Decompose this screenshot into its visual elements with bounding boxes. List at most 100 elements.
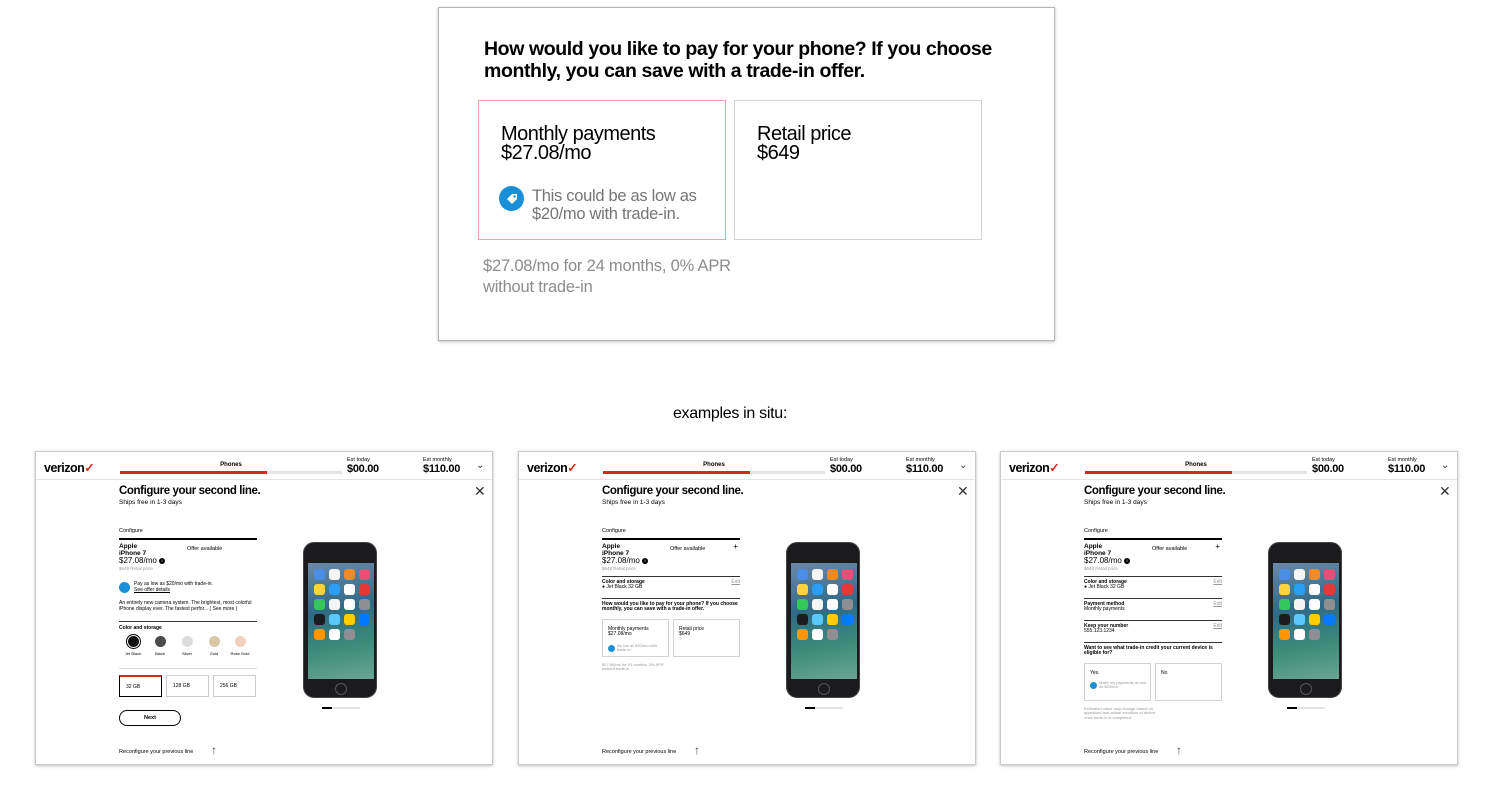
configure-label: Configure [602, 528, 740, 540]
iphone-7-product-image [303, 542, 377, 698]
option-name: Retail price [757, 123, 852, 145]
trade-in-options: Yes. Make my payments as low as $20/mo. … [1084, 662, 1222, 705]
monthly-payments-option[interactable]: Monthly payments $27.08/mo This could be… [478, 100, 726, 240]
product-summary: Apple iPhone 7 $27.08/mo i $649 Retail p… [1084, 542, 1220, 571]
payment-question-heading: How would you like to pay for your phone… [484, 38, 992, 82]
swatch-black[interactable] [155, 635, 166, 647]
est-today: Est today $00.00 [830, 457, 862, 475]
info-icon[interactable]: i [642, 557, 649, 564]
color-storage-summary: Color and storage ● Jet Black 32 GB Edit [1084, 575, 1222, 595]
configure-panel: Configure Apple iPhone 7 $27.08/mo i $64… [602, 528, 740, 672]
offer-available: Offer available [187, 546, 223, 552]
close-icon[interactable]: ✕ [1439, 483, 1451, 500]
storage-options: 32 GB 128 GB 256 GB [119, 667, 257, 697]
plus-icon[interactable]: + [733, 543, 738, 551]
verizon-logo[interactable]: verizon✓ [1009, 460, 1060, 475]
shipping-text: Ships free in 1-3 days [1084, 499, 1147, 506]
arrow-up-icon[interactable]: ↑ [1176, 743, 1182, 757]
payment-options: Monthly payments $27.08/mo As low as $20… [602, 618, 740, 661]
iphone-7-product-image [786, 542, 860, 698]
swatch-gold[interactable] [209, 635, 220, 647]
price-tag-icon [1090, 681, 1097, 689]
est-monthly: Est monthly $110.00 [906, 457, 944, 475]
step-label: Phones [703, 462, 725, 468]
trade-in-yes-option[interactable]: Yes. Make my payments as low as $20/mo. [1084, 662, 1151, 701]
screen-configure-color: verizon✓ Phones Est today $00.00 Est mont… [35, 451, 493, 765]
image-pager[interactable] [805, 707, 843, 709]
storage-option[interactable]: 128 GB [166, 674, 209, 697]
configure-label: Configure [119, 528, 257, 540]
payment-method-summary: Payment method Monthly payments Edit [1084, 597, 1222, 617]
chevron-down-icon[interactable]: ⌄ [1441, 460, 1449, 471]
offer-available: Offer available [670, 546, 706, 552]
payment-options-card: How would you like to pay for your phone… [438, 7, 1055, 341]
close-icon[interactable]: ✕ [474, 483, 486, 500]
product-description: An entirely new camera system. The brigh… [119, 600, 257, 622]
next-button[interactable]: Next [119, 710, 181, 726]
payment-question: How would you like to pay for your phone… [602, 597, 740, 613]
image-pager[interactable] [1287, 707, 1325, 709]
configure-label: Configure [1084, 528, 1222, 540]
monthly-payments-option[interactable]: Monthly payments $27.08/mo As low as $20… [602, 618, 669, 657]
edit-link[interactable]: Edit [731, 579, 740, 585]
trade-in-promo: Pay as low as $20/mo with trade-in. See … [119, 580, 257, 596]
arrow-up-icon[interactable]: ↑ [211, 743, 217, 757]
option-price: $27.08/mo [501, 142, 592, 164]
header: verizon✓ Phones Est today $00.00 Est mont… [36, 452, 492, 480]
configure-panel: Configure Apple iPhone 7 $27.08/mo i $64… [119, 528, 257, 697]
swatch-rose-gold[interactable] [235, 635, 246, 647]
trade-in-offer-text: This could be as low as $20/mo with trad… [532, 187, 697, 223]
chevron-down-icon[interactable]: ⌄ [959, 460, 967, 471]
financing-note: $27.08/mo for 24 months, 0% APR without … [483, 257, 731, 296]
swatch-jet-black[interactable] [128, 635, 139, 647]
storage-option[interactable]: 256 GB [213, 674, 256, 697]
step-label: Phones [220, 462, 242, 468]
verizon-logo[interactable]: verizon✓ [44, 460, 95, 475]
price-tag-icon [608, 644, 615, 652]
financing-note: $27.08/mo for 24 months, 0% APR without … [602, 661, 664, 671]
screen-trade-in: verizon✓ Phones Est today $00.00 Est mont… [1000, 451, 1458, 765]
reconfigure-previous-line-link[interactable]: Reconfigure your previous line [1084, 749, 1158, 755]
step-label: Phones [1185, 462, 1207, 468]
screen-payment-choice: verizon✓ Phones Est today $00.00 Est mont… [518, 451, 976, 765]
chevron-down-icon[interactable]: ⌄ [476, 460, 484, 471]
retail-price-option[interactable]: Retail price $649 [734, 100, 982, 240]
shipping-text: Ships free in 1-3 days [119, 499, 182, 506]
offer-details-link[interactable]: See offer details [134, 587, 170, 593]
trade-in-disclaimer: Estimated value may change based on appr… [1084, 705, 1156, 720]
option-price: $649 [757, 142, 800, 164]
reconfigure-previous-line-link[interactable]: Reconfigure your previous line [119, 749, 193, 755]
product-summary: Apple iPhone 7 $27.08/mo i $649 Retail p… [119, 543, 223, 571]
progress-bar [603, 471, 825, 474]
progress-bar [120, 471, 342, 474]
info-icon[interactable]: i [159, 557, 166, 564]
header: verizon✓ Phones Est today $00.00 Est mont… [1001, 452, 1457, 480]
page-title: Configure your second line. [119, 485, 261, 497]
info-icon[interactable]: i [1124, 557, 1131, 564]
offer-available: Offer available [1152, 546, 1188, 552]
configure-panel: Configure Apple iPhone 7 $27.08/mo i $64… [1084, 528, 1222, 720]
plus-icon[interactable]: + [1215, 543, 1220, 551]
image-pager[interactable] [322, 707, 360, 709]
est-monthly: Est monthly $110.00 [1388, 457, 1426, 475]
edit-link[interactable]: Edit [1213, 601, 1222, 607]
verizon-logo[interactable]: verizon✓ [527, 460, 578, 475]
page-title: Configure your second line. [1084, 485, 1226, 497]
swatch-silver[interactable] [182, 635, 193, 647]
retail-price-option[interactable]: Retail price $649 [673, 618, 740, 657]
storage-option[interactable]: 32 GB [119, 674, 162, 697]
color-storage-summary: Color and storage ● Jet Black 32 GB Edit [602, 575, 740, 595]
iphone-7-product-image [1268, 542, 1342, 698]
trade-in-no-option[interactable]: No [1155, 662, 1222, 701]
keep-number-summary: Keep your number 555.123.1234 Edit [1084, 619, 1222, 639]
color-swatches: Jet Black Black Silver Gold Rose Gold [119, 634, 257, 662]
close-icon[interactable]: ✕ [957, 483, 969, 500]
reconfigure-previous-line-link[interactable]: Reconfigure your previous line [602, 749, 676, 755]
header: verizon✓ Phones Est today $00.00 Est mont… [519, 452, 975, 480]
arrow-up-icon[interactable]: ↑ [694, 743, 700, 757]
trade-in-question: Want to see what trade-in credit your cu… [1084, 641, 1222, 657]
est-today: Est today $00.00 [347, 457, 379, 475]
color-storage-label: Color and storage [119, 624, 162, 631]
edit-link[interactable]: Edit [1213, 623, 1222, 629]
edit-link[interactable]: Edit [1213, 579, 1222, 585]
